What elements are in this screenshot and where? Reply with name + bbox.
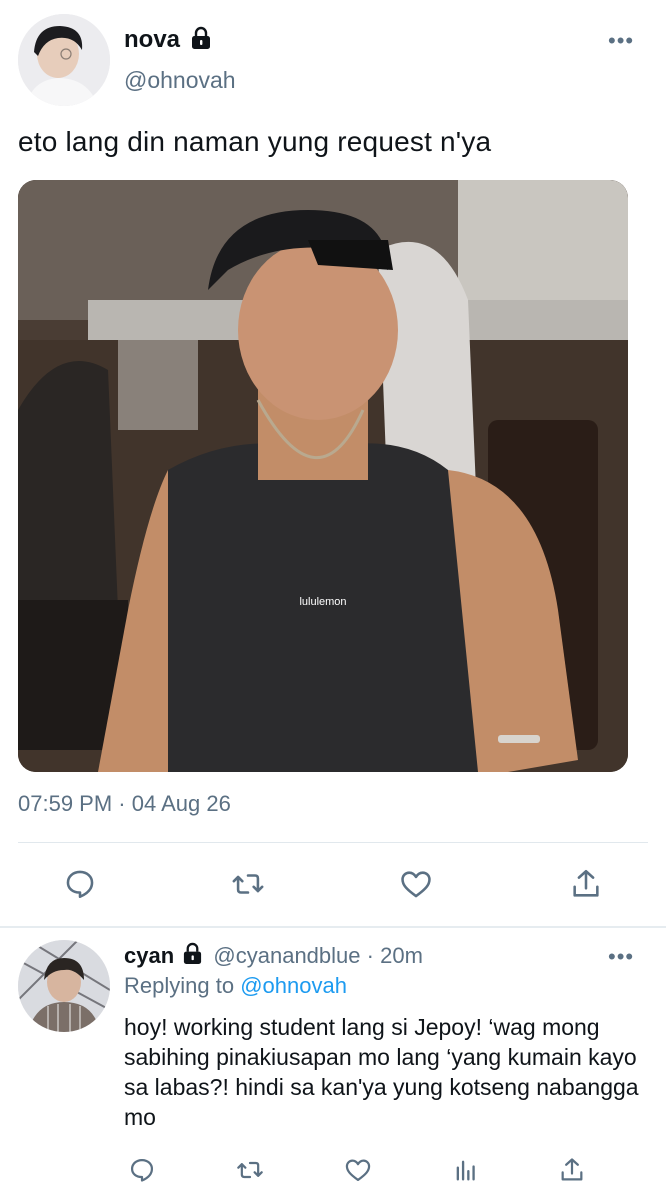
tweet-actions bbox=[0, 864, 666, 904]
profile-photo bbox=[18, 14, 110, 106]
reply-actions bbox=[0, 1150, 666, 1190]
retweet-icon[interactable] bbox=[228, 864, 268, 904]
lock-icon bbox=[182, 942, 203, 972]
author-handle[interactable]: @cyanandblue bbox=[213, 943, 360, 968]
meta-separator: · bbox=[366, 943, 374, 968]
reply-age[interactable]: 20m bbox=[380, 943, 423, 968]
profile-photo bbox=[18, 940, 110, 1032]
retweet-icon[interactable] bbox=[230, 1150, 270, 1190]
tweet-timestamp[interactable]: 07:59 PM · 04 Aug 26 bbox=[18, 790, 231, 818]
author-handle[interactable]: @ohnovah bbox=[124, 66, 236, 94]
author-name[interactable]: nova bbox=[124, 26, 180, 54]
lock-icon bbox=[190, 26, 212, 55]
tweet-photo[interactable]: lululemon bbox=[18, 180, 628, 772]
tweet-text: eto lang din naman yung request n'ya bbox=[18, 126, 492, 157]
reply-icon[interactable] bbox=[122, 1150, 162, 1190]
reply-text: hoy! working student lang si Jepoy! ‘wag… bbox=[124, 1014, 639, 1130]
like-icon[interactable] bbox=[396, 864, 436, 904]
like-icon[interactable] bbox=[338, 1150, 378, 1190]
more-options-icon[interactable]: ••• bbox=[608, 30, 634, 52]
divider bbox=[18, 842, 648, 843]
avatar[interactable] bbox=[18, 14, 110, 106]
share-icon[interactable] bbox=[552, 1150, 592, 1190]
reply-icon[interactable] bbox=[60, 864, 100, 904]
share-icon[interactable] bbox=[566, 864, 606, 904]
reply-header: cyan @cyanandblue · 20m bbox=[124, 942, 423, 972]
main-tweet: nova @ohnovah ••• eto lang din naman yun… bbox=[0, 0, 666, 926]
photo-icon: lululemon bbox=[18, 180, 628, 772]
more-options-icon[interactable]: ••• bbox=[608, 946, 634, 968]
replying-to: Replying to @ohnovah bbox=[124, 972, 347, 1000]
analytics-icon[interactable] bbox=[446, 1150, 486, 1190]
shirt-print: lululemon bbox=[299, 596, 346, 608]
avatar[interactable] bbox=[18, 940, 110, 1032]
replying-prefix: Replying to bbox=[124, 973, 235, 998]
author-name[interactable]: cyan bbox=[124, 943, 174, 968]
replying-to-link[interactable]: @ohnovah bbox=[240, 973, 347, 998]
